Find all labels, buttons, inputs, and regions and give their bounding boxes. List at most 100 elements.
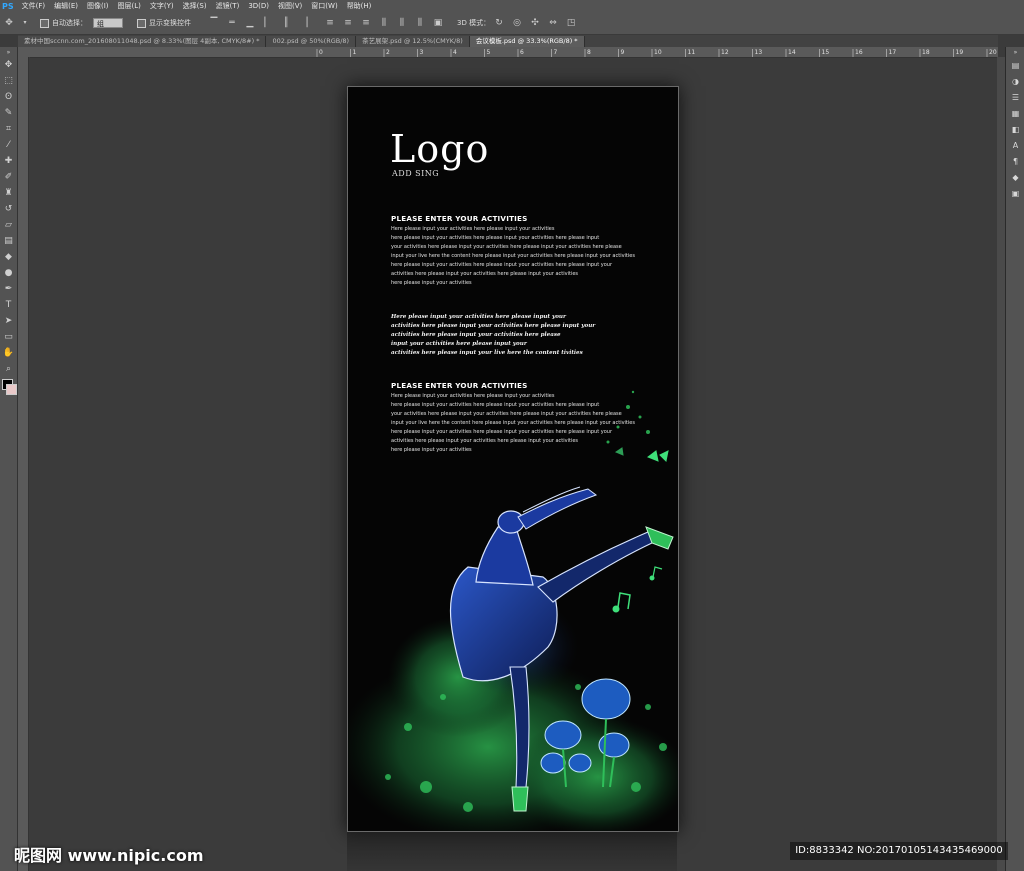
document-tabs: 素材中国sccnn.com_201608011048.psd @ 8.33%(图… [18,35,998,47]
panel-dock: » ▤ ◑ ☰ ▦ ◧ A ¶ ◆ ▣ [1005,47,1024,871]
healing-icon[interactable]: ✚ [0,153,17,169]
poster-paragraph-2: Here please input your activities here p… [391,392,641,455]
ruler-tick-label: 18 [922,49,930,56]
paragraph-line: here please input your activities here p… [391,429,613,435]
tools-panel: » ✥ ⬚ ʘ ✎ ⌗ ⁄ ✚ ✐ ♜ ↺ ▱ ▤ ◆ ● ✒ T ➤ ▭ ✋ ⌕ [0,47,18,871]
distribute-vcenter-icon[interactable]: ≡ [343,18,353,28]
swatches-panel-icon[interactable]: ▦ [1006,105,1024,121]
history-brush-icon[interactable]: ↺ [0,201,17,217]
3d-slide-icon[interactable]: ⇔ [548,18,558,28]
distribute-top-icon[interactable]: ≡ [325,18,335,28]
distribute-right-icon[interactable]: ⫼ [415,18,425,28]
color-swatches[interactable] [0,377,17,397]
blur-icon[interactable]: ◆ [0,249,17,265]
script-line: activities here please input your live h… [391,350,583,356]
align-vcenter-icon[interactable]: ═ [227,18,237,28]
eyedropper-icon[interactable]: ⁄ [0,137,17,153]
menu-help[interactable]: 帮助(H) [347,1,372,11]
move-tool-icon[interactable]: ✥ [4,18,14,28]
ballerina-illustration [348,390,678,831]
3d-rotate-icon[interactable]: ↻ [494,18,504,28]
poster-paragraph-1: Here please input your activities here p… [391,225,641,288]
collapse-icon[interactable]: » [1006,47,1024,57]
menu-layer[interactable]: 图层(L) [118,1,141,11]
ruler-tick-label: 14 [788,49,796,56]
poster-heading-2: PLEASE ENTER YOUR ACTIVITIES [391,381,528,390]
3d-panel-icon[interactable]: ◆ [1006,169,1024,185]
ruler-tick-label: 9 [621,49,625,56]
ruler-tick-label: 11 [688,49,696,56]
options-bar: ✥ ▾ 自动选择： 组 显示变换控件 ▔ ═ ▁ ▏ ║ ▕ ≡ ≡ ≡ ⫼ ⫼… [0,12,1024,35]
pen-icon[interactable]: ✒ [0,281,17,297]
document-reflection [347,832,677,871]
align-right-icon[interactable]: ▕ [299,18,309,28]
marquee-icon[interactable]: ⬚ [0,73,17,89]
3d-roll-icon[interactable]: ◎ [512,18,522,28]
menu-image[interactable]: 图像(I) [87,1,109,11]
watermark-id: ID:8833342 NO:20170105143435469000 [790,842,1008,860]
show-transform-checkbox[interactable] [137,18,146,28]
adjustments-panel-icon[interactable]: ◑ [1006,73,1024,89]
dodge-icon[interactable]: ● [0,265,17,281]
ruler-tick-label: 0 [319,49,323,56]
poster-document[interactable]: Logo ADD SING PLEASE ENTER YOUR ACTIVITI… [347,86,679,832]
align-bottom-icon[interactable]: ▁ [245,18,255,28]
script-line: activities here please input your activi… [391,332,561,338]
properties-panel-icon[interactable]: ☰ [1006,89,1024,105]
menu-window[interactable]: 窗口(W) [311,1,337,11]
ruler-tick-label: 8 [587,49,591,56]
stamp-icon[interactable]: ♜ [0,185,17,201]
distribute-hcenter-icon[interactable]: ⫼ [397,18,407,28]
channels-panel-icon[interactable]: ▣ [1006,185,1024,201]
paragraph-panel-icon[interactable]: ¶ [1006,153,1024,169]
collapse-tools-icon[interactable]: » [0,47,17,57]
menu-file[interactable]: 文件(F) [22,1,46,11]
tab-document-2[interactable]: 002.psd @ 50%(RGB/8) [266,36,357,47]
menu-3d[interactable]: 3D(D) [248,2,269,10]
chevron-down-icon[interactable]: ▾ [22,18,28,28]
paragraph-line: activities here please input your activi… [391,271,579,277]
distribute-left-icon[interactable]: ⫼ [379,18,389,28]
crop-icon[interactable]: ⌗ [0,121,17,137]
menu-filter[interactable]: 滤镜(T) [216,1,240,11]
3d-pan-icon[interactable]: ✣ [530,18,540,28]
path-select-icon[interactable]: ➤ [0,313,17,329]
auto-align-icon[interactable]: ▣ [433,18,443,28]
tab-document-1[interactable]: 素材中国sccnn.com_201608011048.psd @ 8.33%(图… [18,36,267,47]
character-panel-icon[interactable]: A [1006,137,1024,153]
menu-edit[interactable]: 编辑(E) [54,1,78,11]
3d-scale-icon[interactable]: ◳ [566,18,576,28]
tab-document-active[interactable]: 会议模板.psd @ 33.3%(RGB/8) * [469,36,585,47]
layers-panel-icon[interactable]: ◧ [1006,121,1024,137]
3d-mode-label: 3D 模式： [457,19,491,27]
history-panel-icon[interactable]: ▤ [1006,57,1024,73]
distribute-bottom-icon[interactable]: ≡ [361,18,371,28]
brush-icon[interactable]: ✐ [0,169,17,185]
paragraph-line: your activities here please input your a… [391,244,622,250]
paragraph-line: input your live here the content here pl… [391,253,635,259]
background-color[interactable] [6,384,17,395]
align-left-icon[interactable]: ▏ [263,18,273,28]
paragraph-line: your activities here please input your a… [391,411,622,417]
auto-select-checkbox[interactable] [40,18,49,28]
move-icon[interactable]: ✥ [0,57,17,73]
hand-icon[interactable]: ✋ [0,345,17,361]
menu-type[interactable]: 文字(Y) [150,1,174,11]
gradient-icon[interactable]: ▤ [0,233,17,249]
quick-select-icon[interactable]: ✎ [0,105,17,121]
menu-select[interactable]: 选择(S) [183,1,207,11]
align-hcenter-icon[interactable]: ║ [281,18,291,28]
shape-icon[interactable]: ▭ [0,329,17,345]
vertical-scrollbar[interactable] [997,57,1005,871]
align-top-icon[interactable]: ▔ [209,18,219,28]
auto-select-dropdown[interactable]: 组 [93,18,123,28]
lasso-icon[interactable]: ʘ [0,89,17,105]
tab-document-3[interactable]: 茶艺展架.psd @ 12.5%(CMYK/8) [356,36,470,47]
eraser-icon[interactable]: ▱ [0,217,17,233]
zoom-icon[interactable]: ⌕ [0,361,17,377]
paragraph-line: here please input your activities [391,280,472,286]
type-icon[interactable]: T [0,297,17,313]
paragraph-line: here please input your activities here p… [391,235,600,241]
ruler-tick-label: 19 [956,49,964,56]
menu-view[interactable]: 视图(V) [278,1,302,11]
